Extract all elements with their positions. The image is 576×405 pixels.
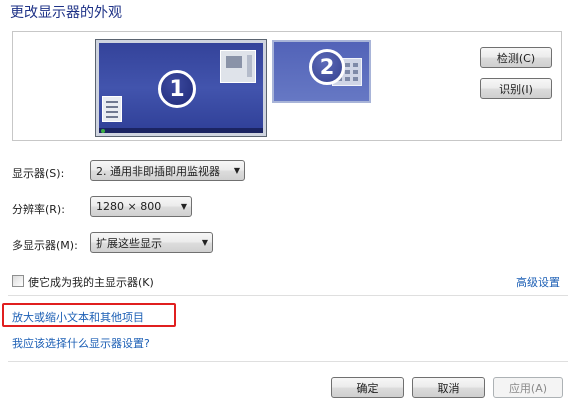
- divider: [8, 295, 568, 296]
- main-display-checkbox-label[interactable]: 使它成为我的主显示器(K): [28, 274, 154, 290]
- apply-button[interactable]: 应用(A): [493, 377, 563, 398]
- monitor-1-number: 1: [158, 70, 196, 108]
- resolution-select[interactable]: 1280 × 800 ▼: [90, 196, 192, 217]
- display-select[interactable]: 2. 通用非即插即用监视器 ▼: [90, 160, 245, 181]
- page-title: 更改显示器的外观: [10, 5, 122, 21]
- advanced-settings-link[interactable]: 高级设置: [516, 274, 560, 290]
- resolution-select-value: 1280 × 800: [96, 200, 162, 213]
- multiple-displays-select-value: 扩展这些显示: [96, 236, 162, 250]
- ok-button[interactable]: 确定: [331, 377, 404, 398]
- text-size-link[interactable]: 放大或缩小文本和其他项目: [12, 309, 144, 325]
- resolution-label: 分辨率(R):: [12, 203, 65, 216]
- start-orb-icon: [101, 129, 105, 133]
- detect-button[interactable]: 检测(C): [480, 47, 552, 68]
- taskbar-thumbnail: [99, 128, 263, 133]
- document-thumbnail-icon: [102, 96, 122, 122]
- multiple-displays-label: 多显示器(M):: [12, 239, 78, 252]
- divider: [8, 361, 568, 362]
- monitor-2-number: 2: [309, 49, 345, 85]
- cancel-button[interactable]: 取消: [412, 377, 485, 398]
- which-settings-link[interactable]: 我应该选择什么显示器设置?: [12, 335, 150, 351]
- monitor-2-thumbnail[interactable]: 2: [272, 40, 371, 103]
- window-thumbnail-icon: [220, 50, 256, 83]
- chevron-down-icon: ▼: [180, 202, 188, 211]
- main-display-checkbox[interactable]: [12, 275, 24, 287]
- multiple-displays-select[interactable]: 扩展这些显示 ▼: [90, 232, 213, 253]
- identify-button[interactable]: 识别(I): [480, 78, 552, 99]
- monitor-1-thumbnail[interactable]: 1: [96, 40, 266, 136]
- chevron-down-icon: ▼: [201, 238, 209, 247]
- chevron-down-icon: ▼: [233, 166, 241, 175]
- monitor-arrangement-area: 1 2 检测(C) 识别(I): [12, 31, 562, 141]
- display-select-value: 2. 通用非即插即用监视器: [96, 164, 220, 178]
- display-label: 显示器(S):: [12, 167, 65, 180]
